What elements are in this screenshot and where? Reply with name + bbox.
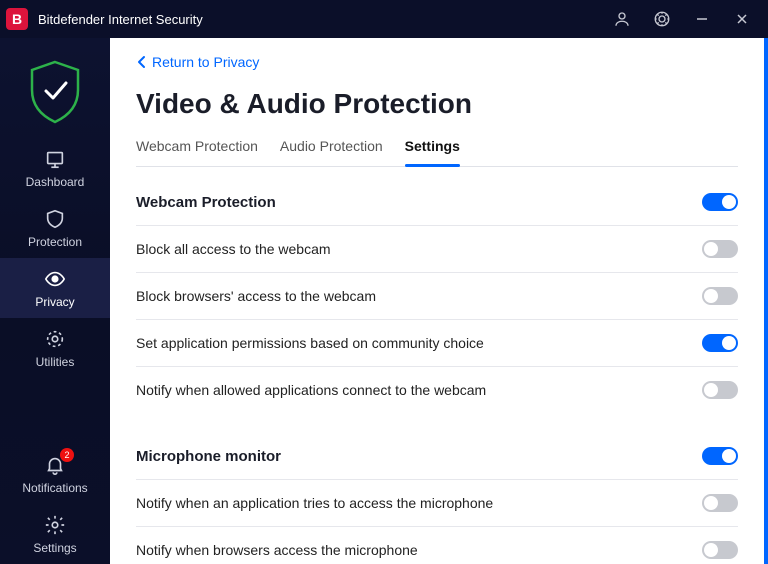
- microphone-monitor-toggle[interactable]: [702, 447, 738, 465]
- page-title: Video & Audio Protection: [136, 88, 738, 120]
- section-title: Microphone monitor: [136, 448, 281, 465]
- block-browsers-webcam-toggle[interactable]: [702, 287, 738, 305]
- sidebar-item-settings[interactable]: Settings: [0, 504, 110, 564]
- sidebar-item-label: Notifications: [22, 481, 87, 495]
- sidebar-item-notifications[interactable]: 2 Notifications: [0, 444, 110, 504]
- section-title: Webcam Protection: [136, 194, 276, 211]
- tab-label: Audio Protection: [280, 138, 383, 154]
- shield-icon: [44, 208, 66, 230]
- setting-row: Block all access to the webcam: [136, 226, 738, 273]
- sidebar-item-privacy[interactable]: Privacy: [0, 258, 110, 318]
- window-title: Bitdefender Internet Security: [38, 12, 602, 27]
- setting-row: Notify when allowed applications connect…: [136, 367, 738, 413]
- sidebar-item-label: Dashboard: [26, 175, 85, 189]
- sidebar-item-label: Settings: [33, 541, 76, 555]
- brand-icon: B: [6, 8, 28, 30]
- setting-label: Block browsers' access to the webcam: [136, 288, 376, 304]
- setting-label: Set application permissions based on com…: [136, 335, 484, 351]
- tab-label: Settings: [405, 138, 460, 154]
- tab-audio-protection[interactable]: Audio Protection: [280, 134, 383, 166]
- notify-app-mic-toggle[interactable]: [702, 494, 738, 512]
- sidebar-item-label: Utilities: [36, 355, 75, 369]
- minimize-button[interactable]: [682, 0, 722, 38]
- section-header-row: Webcam Protection: [136, 187, 738, 226]
- tab-settings[interactable]: Settings: [405, 134, 460, 166]
- chevron-left-icon: [136, 55, 146, 69]
- tab-label: Webcam Protection: [136, 138, 258, 154]
- setting-row: Notify when browsers access the micropho…: [136, 527, 738, 564]
- eye-icon: [43, 268, 67, 290]
- sidebar: Dashboard Protection Privacy Utilities: [0, 38, 110, 564]
- gear-icon: [44, 514, 66, 536]
- webcam-protection-toggle[interactable]: [702, 193, 738, 211]
- tab-webcam-protection[interactable]: Webcam Protection: [136, 134, 258, 166]
- setting-label: Notify when an application tries to acce…: [136, 495, 493, 511]
- block-all-webcam-toggle[interactable]: [702, 240, 738, 258]
- setting-row: Block browsers' access to the webcam: [136, 273, 738, 320]
- return-link-label: Return to Privacy: [152, 54, 259, 70]
- sidebar-item-label: Privacy: [35, 295, 74, 309]
- notification-badge: 2: [60, 448, 74, 462]
- setting-row: Notify when an application tries to acce…: [136, 480, 738, 527]
- sidebar-item-utilities[interactable]: Utilities: [0, 318, 110, 378]
- status-shield: [0, 44, 110, 138]
- notify-browsers-mic-toggle[interactable]: [702, 541, 738, 559]
- bell-icon: 2: [44, 454, 66, 476]
- app-body: Dashboard Protection Privacy Utilities: [0, 38, 768, 564]
- brand-letter: B: [12, 11, 22, 27]
- setting-label: Notify when browsers access the micropho…: [136, 542, 418, 558]
- main-panel: Return to Privacy Video & Audio Protecti…: [110, 38, 768, 564]
- sidebar-item-dashboard[interactable]: Dashboard: [0, 138, 110, 198]
- microphone-monitor-section: Microphone monitor Notify when an applic…: [136, 441, 738, 564]
- setting-label: Notify when allowed applications connect…: [136, 382, 486, 398]
- help-icon[interactable]: [642, 0, 682, 38]
- gear-small-icon: [44, 328, 66, 350]
- setting-label: Block all access to the webcam: [136, 241, 331, 257]
- section-header-row: Microphone monitor: [136, 441, 738, 480]
- sidebar-item-label: Protection: [28, 235, 82, 249]
- setting-row: Set application permissions based on com…: [136, 320, 738, 367]
- content-scroll[interactable]: Return to Privacy Video & Audio Protecti…: [110, 38, 768, 564]
- dashboard-icon: [44, 148, 66, 170]
- sidebar-item-protection[interactable]: Protection: [0, 198, 110, 258]
- tabs: Webcam Protection Audio Protection Setti…: [136, 134, 738, 167]
- close-button[interactable]: [722, 0, 762, 38]
- notify-allowed-webcam-toggle[interactable]: [702, 381, 738, 399]
- return-link[interactable]: Return to Privacy: [136, 54, 738, 70]
- account-icon[interactable]: [602, 0, 642, 38]
- webcam-protection-section: Webcam Protection Block all access to th…: [136, 187, 738, 413]
- sidebar-spacer: [0, 378, 110, 444]
- titlebar: B Bitdefender Internet Security: [0, 0, 768, 38]
- community-choice-toggle[interactable]: [702, 334, 738, 352]
